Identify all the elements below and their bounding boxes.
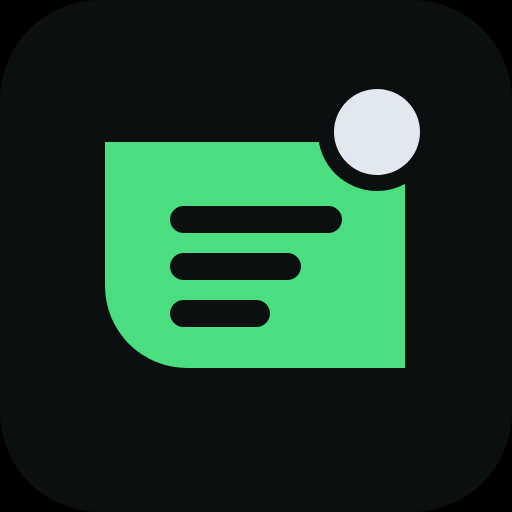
note-line-1 (170, 206, 342, 233)
note-line-2 (170, 253, 301, 280)
notification-badge-icon (334, 89, 420, 175)
app-icon[interactable] (0, 0, 512, 512)
note-line-3 (170, 300, 270, 327)
icon-stage (0, 0, 512, 512)
